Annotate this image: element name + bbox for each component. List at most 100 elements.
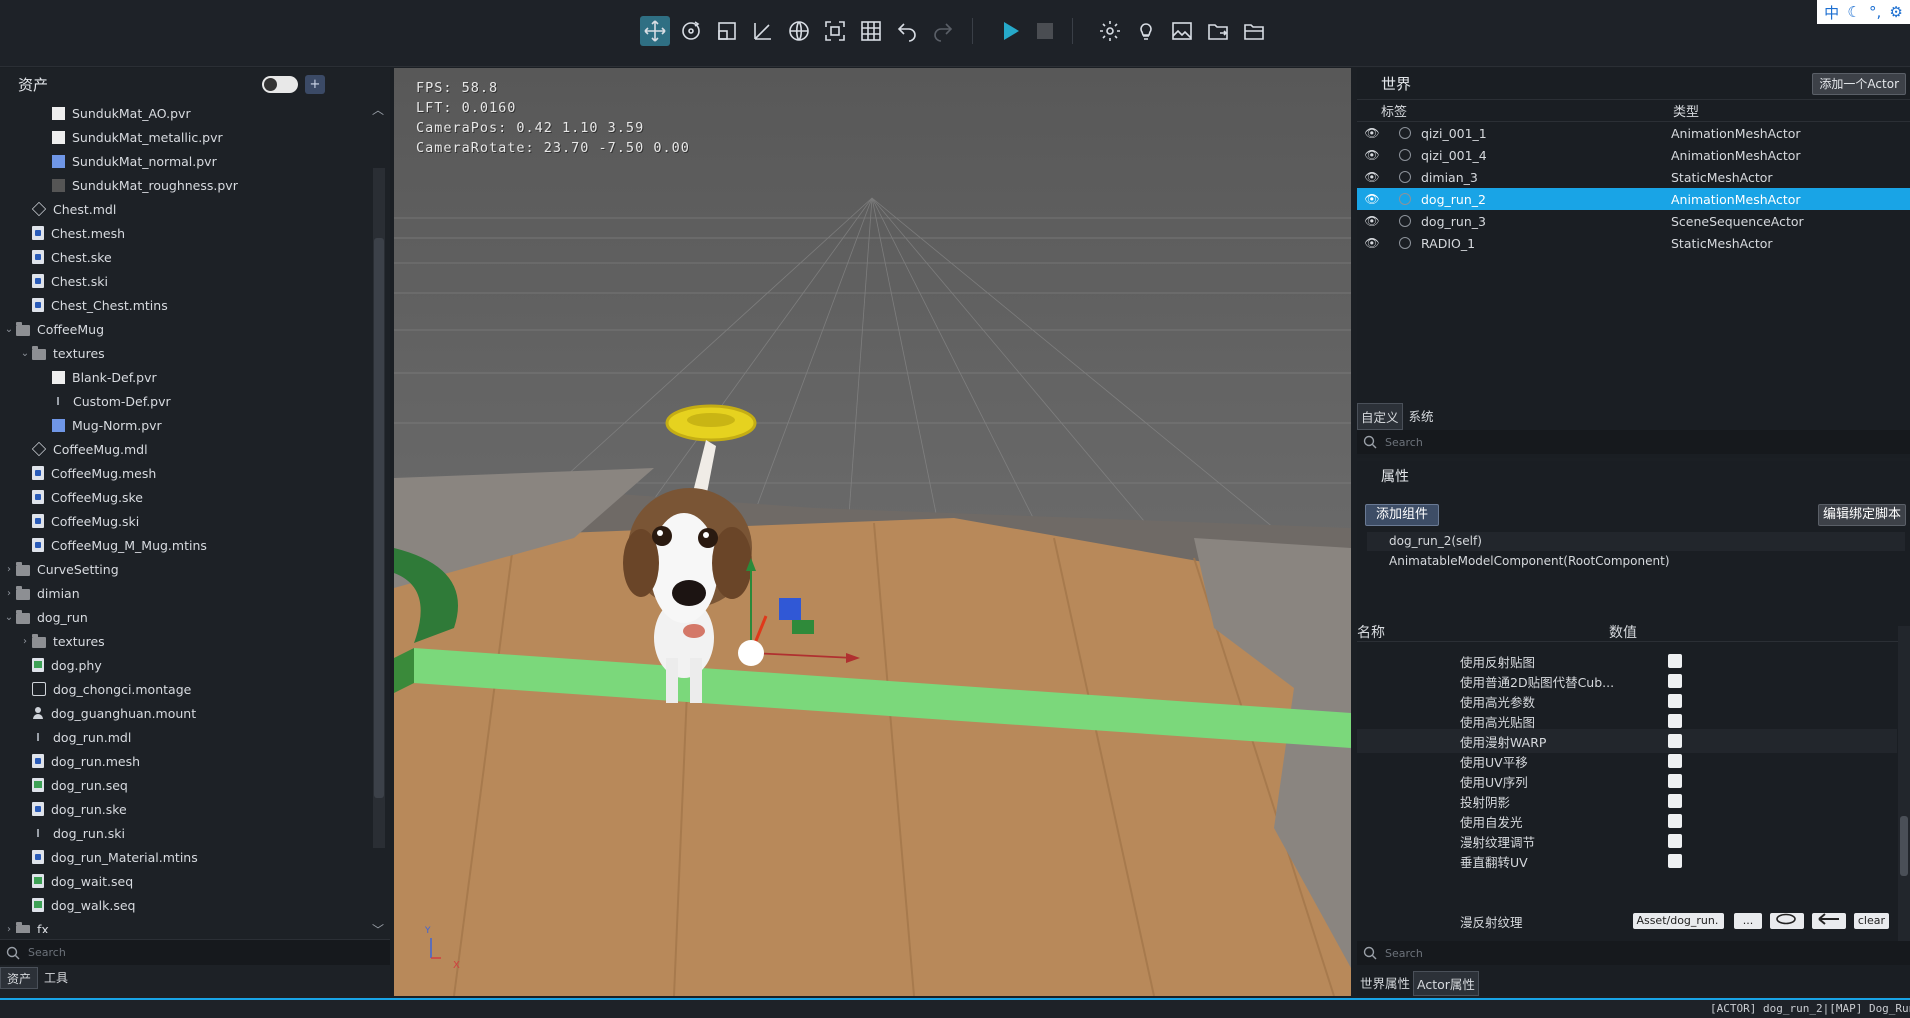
tree-file[interactable]: SundukMat_AO.pvr (0, 101, 372, 125)
property-checkbox[interactable] (1668, 654, 1682, 668)
property-checkbox[interactable] (1668, 794, 1682, 808)
tree-file[interactable]: CoffeeMug.mdl (0, 437, 372, 461)
scroll-down-icon[interactable]: ﹀ (372, 921, 384, 938)
scene-viewport[interactable]: FPS: 58.8 LFT: 0.0160 CameraPos: 0.42 1.… (394, 68, 1351, 996)
tab-tools[interactable]: 工具 (38, 967, 74, 989)
tab-actor-properties[interactable]: Actor属性 (1413, 971, 1479, 996)
chevron-down-icon[interactable]: ⌄ (2, 612, 16, 623)
tree-file[interactable]: Mug-Norm.pvr (0, 413, 372, 437)
actor-radio[interactable] (1399, 215, 1411, 227)
folder-open-icon[interactable] (1239, 16, 1269, 46)
add-actor-button[interactable]: 添加一个Actor (1812, 73, 1906, 95)
property-checkbox[interactable] (1668, 774, 1682, 788)
tree-file[interactable]: dog_chongci.montage (0, 677, 372, 701)
tree-file[interactable]: CoffeeMug_M_Mug.mtins (0, 533, 372, 557)
tree-file[interactable]: SundukMat_normal.pvr (0, 149, 372, 173)
tree-file[interactable]: SundukMat_roughness.pvr (0, 173, 372, 197)
tab-system[interactable]: 系统 (1406, 403, 1437, 430)
eye-icon[interactable]: 👁 (1357, 148, 1387, 162)
actor-row[interactable]: 👁 dimian_3 StaticMeshActor (1357, 166, 1910, 188)
assets-toggle[interactable] (262, 76, 298, 93)
actor-row[interactable]: 👁 RADIO_1 StaticMeshActor (1357, 232, 1910, 254)
globe-icon[interactable] (784, 16, 814, 46)
tree-folder[interactable]: › dimian (0, 581, 372, 605)
folder-export-icon[interactable] (1203, 16, 1233, 46)
tree-file[interactable]: dog_guanghuan.mount (0, 701, 372, 725)
arrow-left-icon[interactable] (1811, 913, 1846, 929)
property-checkbox[interactable] (1668, 834, 1682, 848)
property-checkbox[interactable] (1668, 674, 1682, 688)
actor-row[interactable]: 👁 qizi_001_1 AnimationMeshActor (1357, 122, 1910, 144)
scene-render[interactable] (394, 68, 1351, 996)
gear-icon[interactable]: ⚙ (1889, 3, 1902, 21)
actor-row[interactable]: 👁 qizi_001_4 AnimationMeshActor (1357, 144, 1910, 166)
component-self[interactable]: dog_run_2(self) (1367, 532, 1905, 551)
ime-lang[interactable]: 中 (1824, 2, 1839, 23)
tab-custom[interactable]: 自定义 (1357, 403, 1403, 430)
tree-file[interactable]: dog_run_Material.mtins (0, 845, 372, 869)
tree-file[interactable]: Chest.mesh (0, 221, 372, 245)
tree-folder[interactable]: › CurveSetting (0, 557, 372, 581)
tree-folder[interactable]: › fx (0, 917, 372, 933)
assets-scrollbar[interactable] (373, 168, 385, 848)
tree-file[interactable]: dog_run.ski (0, 821, 372, 845)
world-search[interactable]: Search (1357, 430, 1910, 454)
property-checkbox[interactable] (1668, 754, 1682, 768)
axis-icon[interactable] (748, 16, 778, 46)
col-type[interactable]: 类型 (1673, 101, 1699, 120)
scale-icon[interactable] (712, 16, 742, 46)
chevron-down-icon[interactable]: ⌄ (2, 324, 16, 335)
col-label[interactable]: 标签 (1357, 101, 1673, 120)
settings-icon[interactable] (1095, 16, 1125, 46)
tree-file[interactable]: Blank-Def.pvr (0, 365, 372, 389)
rotate-icon[interactable] (676, 16, 706, 46)
texture-select[interactable]: Asset/dog_run. ⌄ (1633, 913, 1725, 929)
actor-radio[interactable] (1399, 171, 1411, 183)
tab-assets[interactable]: 资产 (0, 967, 39, 989)
add-asset-button[interactable]: + (305, 75, 325, 94)
tree-folder[interactable]: ⌄ textures (0, 341, 372, 365)
assets-search[interactable]: Search (0, 939, 390, 965)
tree-file[interactable]: dog_run.mdl (0, 725, 372, 749)
tree-file[interactable]: dog_run.mesh (0, 749, 372, 773)
eye-icon[interactable]: 👁 (1357, 214, 1387, 228)
ime-punct[interactable]: °, (1869, 3, 1881, 21)
scroll-up-icon[interactable]: ︿ (372, 101, 384, 118)
actor-radio[interactable] (1399, 237, 1411, 249)
tree-file[interactable]: dog_run.seq (0, 773, 372, 797)
property-checkbox[interactable] (1668, 814, 1682, 828)
tree-folder[interactable]: ⌄ dog_run (0, 605, 372, 629)
tree-file[interactable]: Custom-Def.pvr (0, 389, 372, 413)
actor-row[interactable]: 👁 dog_run_2 AnimationMeshActor (1357, 188, 1910, 210)
tree-folder[interactable]: ⌄ CoffeeMug (0, 317, 372, 341)
search-icon[interactable] (1769, 913, 1804, 929)
tree-file[interactable]: dog_walk.seq (0, 893, 372, 917)
properties-search[interactable]: Search (1357, 941, 1910, 965)
chevron-right-icon[interactable]: › (2, 924, 16, 934)
actor-row[interactable]: 👁 dog_run_3 SceneSequenceActor (1357, 210, 1910, 232)
move-icon[interactable] (640, 16, 670, 46)
tree-file[interactable]: CoffeeMug.ski (0, 509, 372, 533)
properties-scrollbar[interactable] (1898, 626, 1910, 944)
undo-icon[interactable] (892, 16, 922, 46)
chevron-right-icon[interactable]: › (18, 636, 32, 647)
ime-indicator[interactable]: 中 ☾ °, ⚙ (1817, 0, 1910, 24)
moon-icon[interactable]: ☾ (1847, 3, 1860, 21)
play-icon[interactable] (995, 16, 1025, 46)
grid-icon[interactable] (856, 16, 886, 46)
edit-script-button[interactable]: 编辑绑定脚本 (1817, 504, 1906, 526)
tree-file[interactable]: dog_wait.seq (0, 869, 372, 893)
tree-folder[interactable]: › textures (0, 629, 372, 653)
tree-file[interactable]: dog.phy (0, 653, 372, 677)
tree-file[interactable]: SundukMat_metallic.pvr (0, 125, 372, 149)
add-component-button[interactable]: 添加组件 (1365, 504, 1440, 526)
tree-file[interactable]: Chest.ski (0, 269, 372, 293)
chevron-right-icon[interactable]: › (2, 564, 16, 575)
property-checkbox[interactable] (1668, 694, 1682, 708)
property-checkbox[interactable] (1668, 714, 1682, 728)
tree-file[interactable]: Chest.ske (0, 245, 372, 269)
component-root[interactable]: AnimatableModelComponent(RootComponent) (1367, 552, 1905, 571)
actor-radio[interactable] (1399, 149, 1411, 161)
actor-radio[interactable] (1399, 193, 1411, 205)
eye-icon[interactable]: 👁 (1357, 192, 1387, 206)
